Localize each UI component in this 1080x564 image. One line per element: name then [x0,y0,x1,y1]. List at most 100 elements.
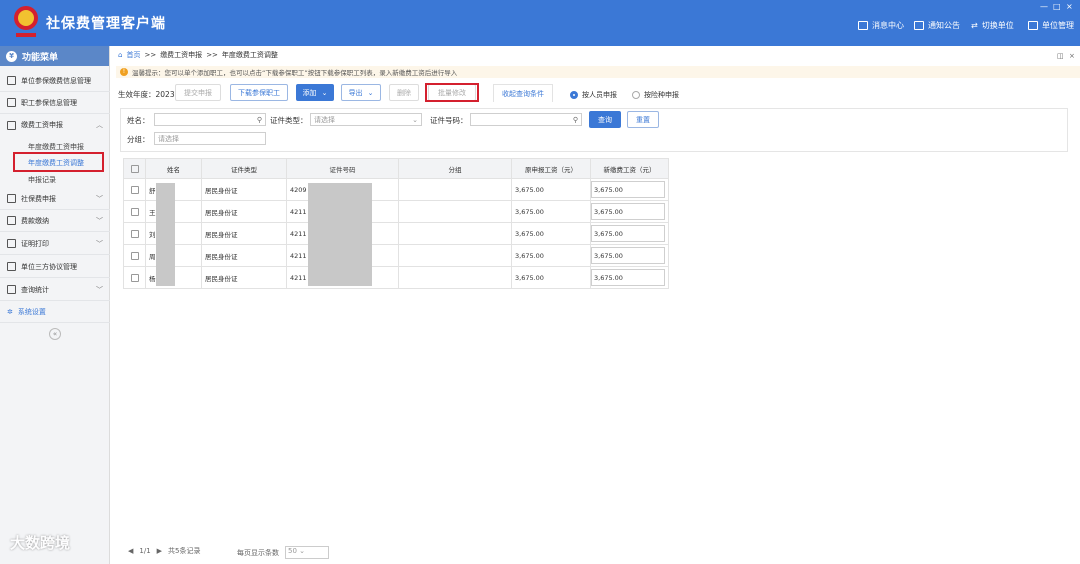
edit-icon [7,120,16,130]
radio-by-insurance[interactable]: 按险种申报 [632,90,679,100]
col-name: 姓名 [145,158,202,179]
unit-manage-button[interactable]: 单位管理 [1028,20,1074,31]
tip-text: 温馨提示：您可以单个添加职工，也可以点击“下载参保职工”按钮下载参保职工列表，录… [132,69,458,77]
cell-idtype: 居民身份证 [201,244,287,267]
switch-unit-button[interactable]: ⇄ 切换单位 [971,20,1014,31]
cell-new-wage[interactable]: 3,675.00 [590,178,669,201]
gear-icon: ✲ [7,307,13,316]
swap-icon: ⇄ [971,21,978,30]
sidebar-sub-records[interactable]: 申报记录 [28,175,56,185]
row-checkbox[interactable] [123,200,146,223]
chevron-up-icon: ︿ [96,121,103,129]
idno-label: 证件号码： [430,116,468,125]
cell-group [398,200,512,223]
close-tab-icon[interactable]: × [1069,52,1075,60]
redaction-mask [156,183,175,286]
new-wage-input[interactable]: 3,675.00 [591,181,665,198]
sidebar-item-tripartite[interactable]: 单位三方协议管理 [0,256,110,278]
table-row[interactable]: 杨 居民身份证 4211 3,675.00 3,675.00 [123,266,669,289]
cell-new-wage[interactable]: 3,675.00 [590,244,669,267]
submit-button[interactable]: 提交申报 [175,84,221,101]
export-button[interactable]: 导出 ⌄ [341,84,381,101]
table-header-row: 姓名 证件类型 证件号码 分组 原申报工资（元） 新缴费工资（元） [123,158,669,179]
cell-idtype: 居民身份证 [201,178,287,201]
chevron-down-icon: ﹀ [96,195,103,203]
sidebar-item-wage-declare[interactable]: 缴费工资申报 ︿ [0,114,110,136]
row-checkbox[interactable] [123,266,146,289]
table-row[interactable]: 周 居民身份证 4211 3,675.00 3,675.00 [123,244,669,267]
query-button[interactable]: 查询 [589,111,621,128]
list-icon [7,262,16,271]
cell-idtype: 居民身份证 [201,222,287,245]
new-wage-input[interactable]: 3,675.00 [591,269,665,286]
cell-old-wage: 3,675.00 [511,244,591,267]
add-button[interactable]: 添加 ⌄ [296,84,334,101]
collapse-query-tab[interactable]: 收起查询条件 [493,84,553,102]
watermark-text: 大数跨境 [10,534,71,552]
sidebar-item-payment[interactable]: 费款缴纳 ﹀ [0,210,110,232]
checkbox-icon [130,164,139,173]
cell-old-wage: 3,675.00 [511,266,591,289]
maximize-button[interactable]: □ [1053,2,1061,11]
cell-new-wage[interactable]: 3,675.00 [590,222,669,245]
reset-button[interactable]: 重置 [627,111,659,128]
sidebar-item-settings[interactable]: ✲ 系统设置 [0,301,110,323]
breadcrumb-home[interactable]: 首页 [126,50,140,60]
delete-button[interactable]: 删除 [389,84,419,101]
select-all-header[interactable] [123,158,146,179]
cell-group [398,222,512,245]
minimize-button[interactable]: — [1040,2,1048,11]
sidebar-item-social-declare[interactable]: 社保费申报 ﹀ [0,188,110,210]
chevron-down-icon: ﹀ [96,217,103,225]
page-indicator: 1/1 [139,547,151,555]
home-icon: ⌂ [118,51,123,59]
name-input[interactable]: ⚲ [154,113,266,126]
idtype-select[interactable]: 请选择 ⌄ [310,113,422,126]
group-select[interactable]: 请选择 [154,132,266,145]
total-records: 共5条记录 [168,547,201,555]
checkbox-icon [130,251,139,260]
row-checkbox[interactable] [123,222,146,245]
sidebar-item-query[interactable]: 查询统计 ﹀ [0,279,110,301]
list-icon [7,216,16,225]
col-new-wage: 新缴费工资（元） [590,158,669,179]
restore-tab-icon[interactable]: ◫ [1057,52,1064,60]
sidebar-item-certificate[interactable]: 证明打印 ﹀ [0,233,110,255]
notice-button[interactable]: 通知公告 [914,20,960,31]
sidebar-header: ¥ 功能菜单 [0,46,109,66]
new-wage-input[interactable]: 3,675.00 [591,225,665,242]
next-page-icon[interactable]: ▶ [157,547,162,555]
table-row[interactable]: 王 居民身份证 4211 3,675.00 3,675.00 [123,200,669,223]
idno-input[interactable]: ⚲ [470,113,582,126]
pager: ◀ 1/1 ▶ 共5条记录 [128,546,201,556]
row-checkbox[interactable] [123,244,146,267]
row-checkbox[interactable] [123,178,146,201]
sidebar-item-unit-info[interactable]: 单位参保缴费信息管理 [0,70,110,92]
search-icon: ⚲ [572,115,578,124]
sidebar-collapse-button[interactable]: « [49,328,61,340]
table-row[interactable]: 刘 居民身份证 4211 3,675.00 3,675.00 [123,222,669,245]
radio-by-person[interactable]: 按人员申报 [570,90,617,100]
new-wage-input[interactable]: 3,675.00 [591,203,665,220]
col-idno: 证件号码 [286,158,399,179]
list-icon [7,285,16,294]
cell-idtype: 居民身份证 [201,200,287,223]
new-wage-input[interactable]: 3,675.00 [591,247,665,264]
tip-bar: ! 温馨提示：您可以单个添加职工，也可以点击“下载参保职工”按钮下载参保职工列表，… [116,66,1080,78]
prev-page-icon[interactable]: ◀ [128,547,133,555]
highlight-box [425,83,479,102]
chevron-down-icon: ⌄ [367,88,374,97]
chevron-down-icon: ﹀ [96,286,103,294]
cell-new-wage[interactable]: 3,675.00 [590,266,669,289]
print-icon [7,239,16,248]
download-staff-button[interactable]: 下载参保职工 [230,84,288,101]
close-button[interactable]: × [1066,2,1073,11]
cell-old-wage: 3,675.00 [511,200,591,223]
message-center-button[interactable]: 消息中心 [858,20,904,31]
sidebar-item-staff-info[interactable]: 职工参保信息管理 [0,92,110,114]
cell-new-wage[interactable]: 3,675.00 [590,200,669,223]
idtype-label: 证件类型： [270,116,308,125]
table-row[interactable]: 舒 居民身份证 4209 3,675.00 3,675.00 [123,178,669,201]
per-page-select[interactable]: 50 ⌄ [285,546,329,559]
sidebar-sub-annual-declare[interactable]: 年度缴费工资申报 [28,142,84,152]
